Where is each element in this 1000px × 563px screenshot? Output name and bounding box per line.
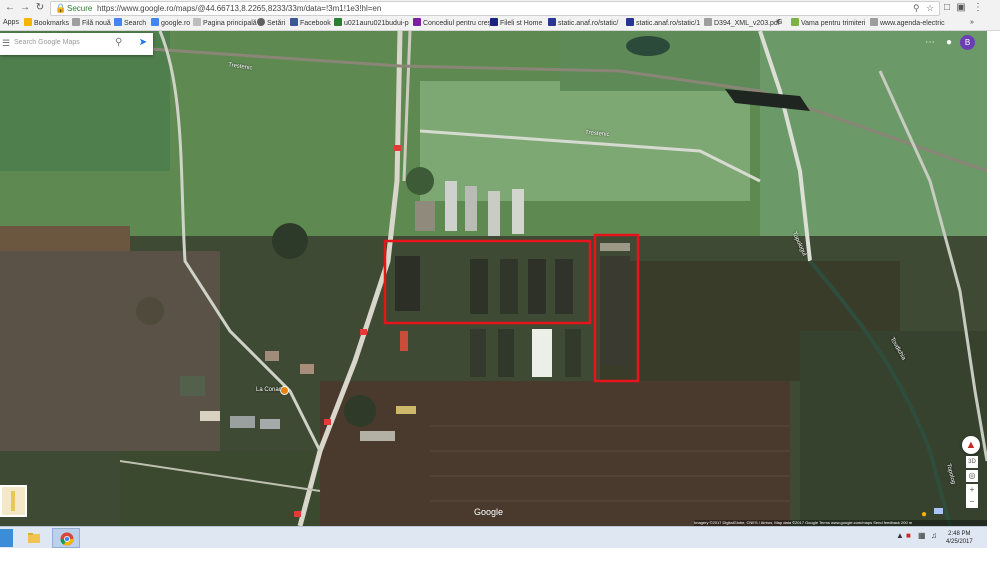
secure-label: Secure (67, 4, 93, 13)
bookmark-item[interactable]: Vama pentru trimiteri (791, 18, 865, 28)
satellite-map[interactable]: Trestenic Trestenic Topologul Tovdichia … (0, 31, 987, 526)
bookmark-item[interactable]: Pagina principală (193, 18, 257, 28)
star-icon[interactable]: ☆ (926, 3, 934, 14)
bookmark-apps[interactable]: Apps (3, 18, 19, 28)
google-logo: Google (474, 507, 504, 517)
google-icon (151, 18, 159, 26)
search-input[interactable]: Search Google Maps (14, 39, 80, 46)
clock-time: 2:48 PM (948, 531, 971, 537)
reload-icon[interactable]: ↻ (34, 2, 46, 14)
star-icon (24, 18, 32, 26)
search-icon[interactable]: ⚲ (913, 3, 920, 14)
search-box[interactable]: ☰ Search Google Maps ⚲ ➤ (0, 33, 153, 55)
shield-icon (626, 18, 634, 26)
page-icon (413, 18, 421, 26)
clock-date: 4/25/2017 (946, 539, 973, 545)
page-icon (870, 18, 878, 26)
my-location-icon[interactable]: ◎ (966, 470, 978, 482)
clock[interactable]: 2:48 PM 4/25/2017 (946, 530, 973, 546)
bookmark-item[interactable]: Setări (257, 18, 285, 28)
address-bar[interactable]: 🔒 Secure https://www.google.ro/maps/@44.… (50, 1, 940, 16)
apps-grid-icon[interactable]: ⋯ (924, 37, 936, 49)
bookmark-item[interactable]: static.anaf.ro/static/ (548, 18, 618, 28)
network-icon[interactable]: ▦ (918, 531, 926, 540)
google-icon (114, 18, 122, 26)
bottom-margin (0, 548, 1000, 563)
page-icon (334, 18, 342, 26)
bookmark-item[interactable]: Concediul pentru creș (413, 18, 491, 28)
extension-icon[interactable]: □ (941, 2, 953, 14)
satellite-imagery (0, 31, 987, 526)
taskbar-chrome[interactable] (52, 528, 80, 548)
bookmark-item[interactable]: u021auru021budui-p (334, 18, 409, 28)
bookmark-item[interactable]: www.agenda-electric (870, 18, 945, 28)
scrollbar-strip (987, 31, 1000, 548)
page-icon (791, 18, 799, 26)
forward-icon[interactable]: → (19, 2, 31, 14)
tray-icon[interactable]: ■ (906, 531, 911, 540)
road-marker (324, 419, 331, 425)
map-layer-toggle[interactable] (0, 485, 27, 517)
bookmark-bookmarks[interactable]: Bookmarks (24, 18, 69, 28)
taskbar-explorer[interactable] (20, 528, 48, 548)
compass-icon[interactable]: ▲ (962, 436, 980, 454)
bookmark-item[interactable]: Search (114, 18, 146, 28)
extension-icon-2[interactable]: ▣ (955, 2, 967, 14)
chrome-icon (60, 532, 74, 546)
facebook-icon (290, 18, 298, 26)
search-icon[interactable]: ⚲ (115, 37, 122, 48)
page-icon (193, 18, 201, 26)
directions-icon[interactable]: ➤ (137, 37, 149, 49)
road-thumbnail-icon (11, 491, 15, 511)
folder-icon (28, 533, 40, 543)
tilt-3d-button[interactable]: 3D (966, 456, 978, 468)
bookmarks-bar: Apps Bookmarks Filă nouă Search google.r… (0, 16, 1000, 31)
hamburger-icon[interactable]: ☰ (2, 38, 10, 49)
back-icon[interactable]: ← (4, 2, 16, 14)
bookmark-item[interactable]: Fileli st Home (490, 18, 542, 28)
lock-icon: 🔒 (55, 3, 67, 13)
zoom-in-button[interactable]: + (966, 484, 978, 496)
start-button[interactable] (0, 529, 13, 547)
shield-icon (548, 18, 556, 26)
bookmark-item[interactable]: G (777, 18, 782, 28)
bookmark-item[interactable]: D394_XML_v203.pdf (704, 18, 780, 28)
bookmark-item[interactable]: google.ro (151, 18, 190, 28)
volume-icon[interactable]: ♫ (931, 531, 937, 540)
page-icon (72, 18, 80, 26)
bookmark-item[interactable]: Facebook (290, 18, 331, 28)
gear-icon (257, 18, 265, 26)
bookmarks-overflow-icon[interactable]: » (970, 18, 974, 28)
zoom-out-button[interactable]: − (966, 496, 978, 508)
browser-toolbar: ← → ↻ 🔒 Secure https://www.google.ro/map… (0, 0, 1000, 17)
bookmark-item[interactable]: Filă nouă (72, 18, 111, 28)
menu-icon[interactable]: ⋮ (972, 2, 984, 14)
road-marker (360, 329, 367, 335)
url-text[interactable]: https://www.google.ro/maps/@44.66713,8.2… (97, 3, 381, 14)
bookmark-item[interactable]: static.anaf.ro/static/1 (626, 18, 700, 28)
tray-expand-icon[interactable]: ▲ (896, 531, 904, 540)
avatar[interactable]: B (960, 35, 975, 50)
road-marker (394, 145, 401, 151)
imagery-thumbnail[interactable] (934, 508, 943, 514)
road-marker (294, 511, 301, 517)
page-icon (704, 18, 712, 26)
notifications-icon[interactable]: ● (943, 37, 955, 49)
taskbar: ▲ ■ ▦ ♫ 2:48 PM 4/25/2017 (0, 526, 987, 549)
page-icon (490, 18, 498, 26)
poi-label[interactable]: La Conac (256, 387, 282, 393)
